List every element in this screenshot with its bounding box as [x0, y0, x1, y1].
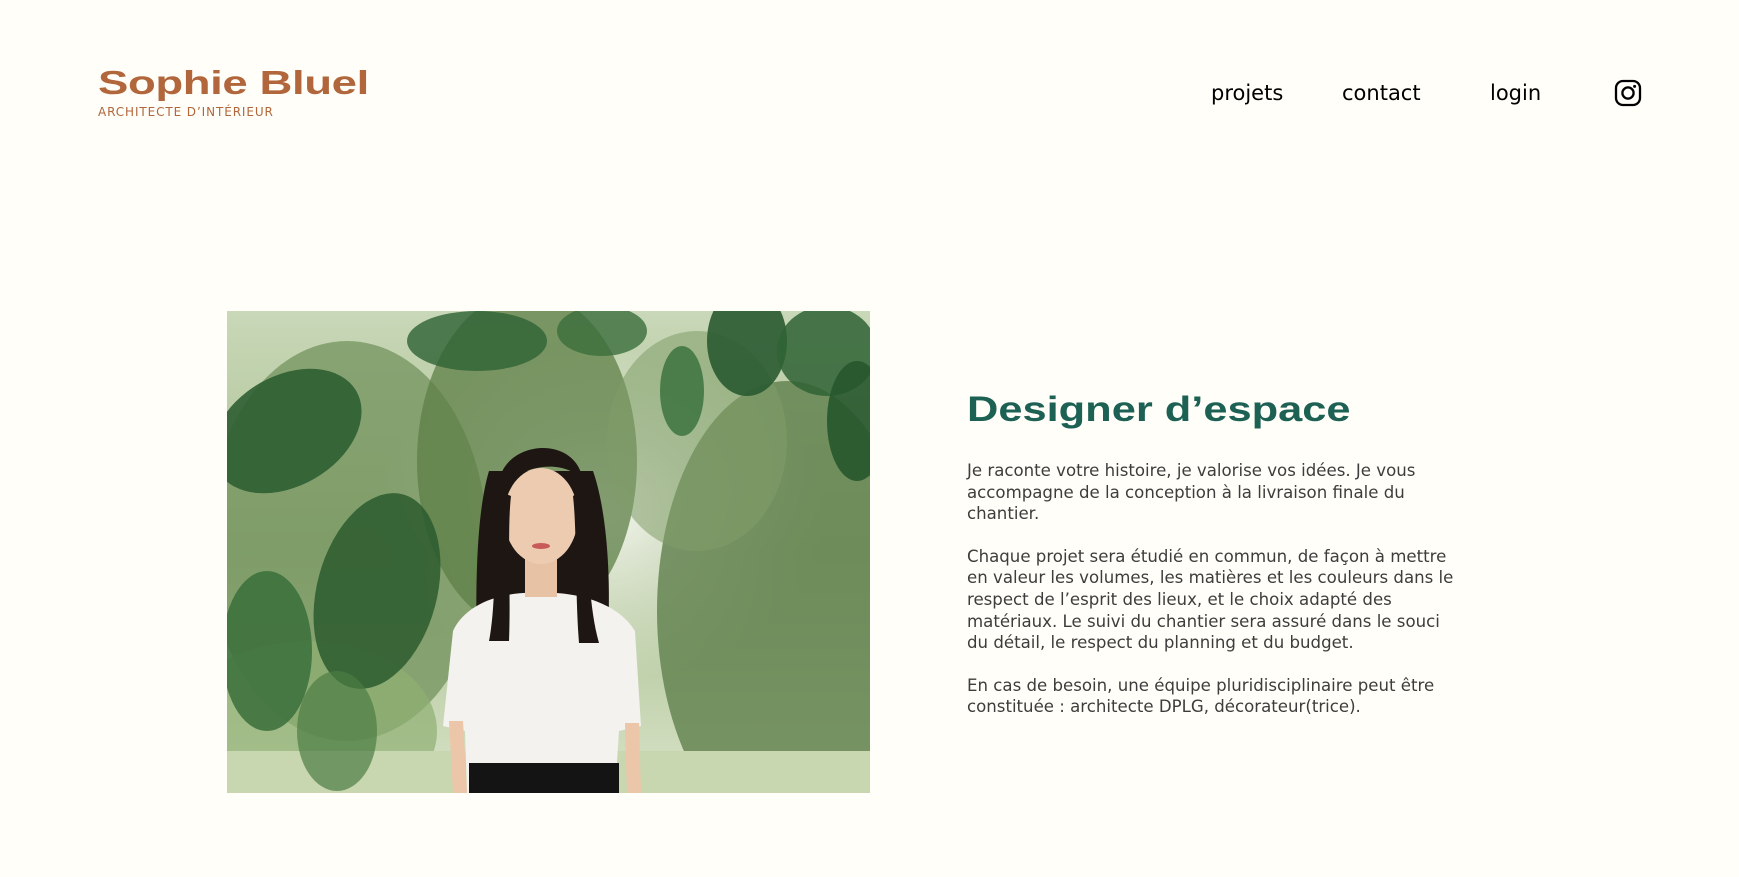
intro-title: Designer d’espace	[967, 390, 1351, 429]
text-line: respect de l’esprit des lieux, et le cho…	[967, 589, 1392, 609]
text-line: du détail, le respect du planning et du …	[967, 633, 1354, 653]
nav-link-contact[interactable]: contact	[1342, 78, 1421, 108]
text-line: accompagne de la conception à la livrais…	[967, 482, 1405, 502]
intro-paragraph-3: En cas de besoin, une équipe pluridiscip…	[967, 675, 1537, 718]
portrait-photo	[227, 311, 870, 793]
nav-link-projets[interactable]: projets	[1211, 78, 1283, 108]
text-line: Je raconte votre histoire, je valorise v…	[967, 461, 1416, 480]
text-line: en valeur les volumes, les matières et l…	[967, 568, 1454, 588]
intro-paragraph-2: Chaque projet sera étudié en commun, de …	[967, 546, 1537, 654]
main-nav: projets contact login	[0, 78, 1739, 108]
text-line: constituée : architecte DPLG, décorateur…	[967, 697, 1361, 717]
intro-section: Designer d’espace Je raconte votre histo…	[967, 386, 1537, 718]
text-line: chantier.	[967, 504, 1040, 524]
instagram-icon[interactable]	[1614, 79, 1642, 107]
intro-paragraph-1: Je raconte votre histoire, je valorise v…	[967, 460, 1537, 525]
text-line: matériaux. Le suivi du chantier sera ass…	[967, 611, 1440, 631]
text-line: En cas de besoin, une équipe pluridiscip…	[967, 675, 1435, 695]
nav-link-login[interactable]: login	[1490, 78, 1541, 108]
text-line: Chaque projet sera étudié en commun, de …	[967, 546, 1447, 566]
site-header: Sophie Bluel ARCHITECTE D’INTÉRIEUR proj…	[0, 0, 1739, 140]
portrait-illustration	[227, 311, 870, 793]
